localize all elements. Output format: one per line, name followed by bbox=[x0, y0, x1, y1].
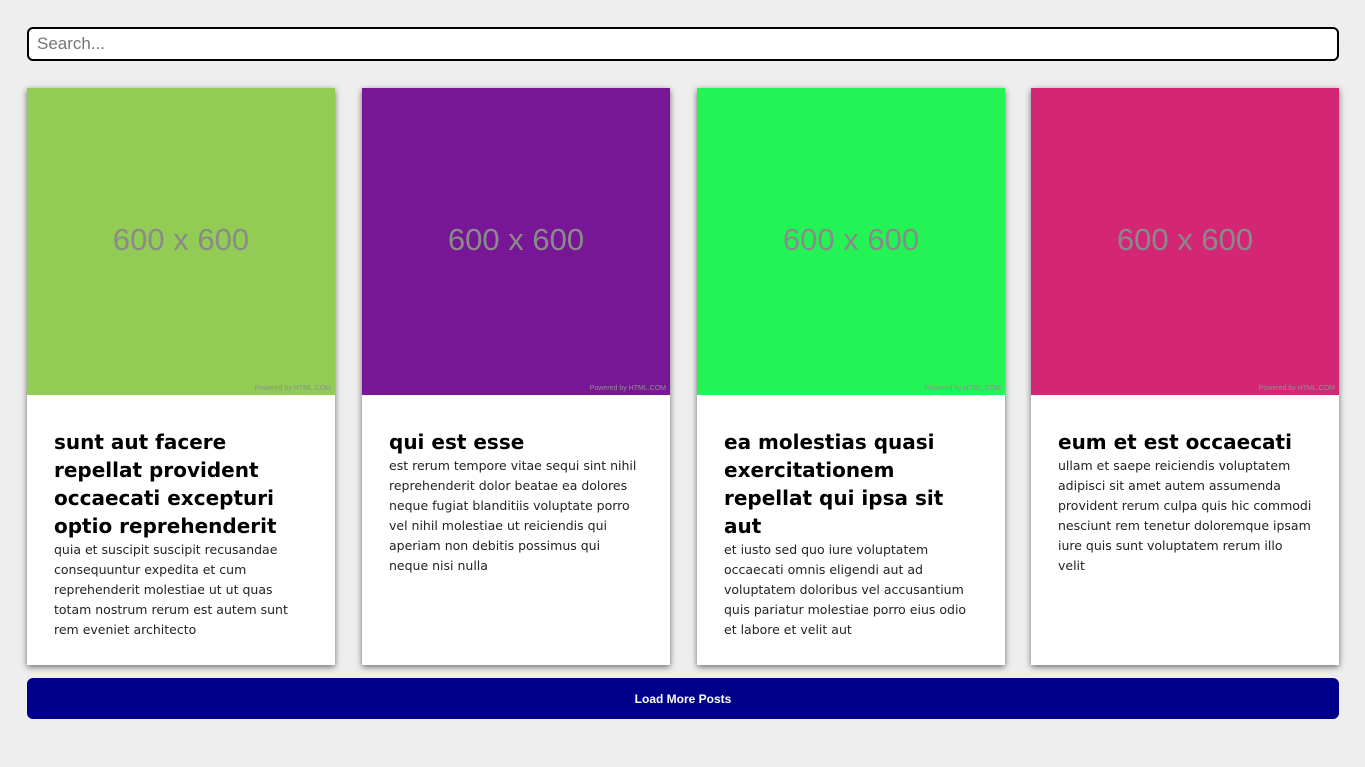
post-body: et iusto sed quo iure voluptatem occaeca… bbox=[724, 542, 967, 637]
post-card: 600 x 600 Powered by HTML.COM eum et est… bbox=[1031, 88, 1339, 665]
post-title: eum et est occaecati bbox=[1058, 430, 1292, 454]
post-image: 600 x 600 Powered by HTML.COM bbox=[362, 88, 670, 395]
post-image-label: 600 x 600 bbox=[447, 222, 585, 257]
post-image-credit: Powered by HTML.COM bbox=[589, 385, 666, 392]
search-bar bbox=[27, 27, 1339, 61]
post-card: 600 x 600 Powered by HTML.COM ea molesti… bbox=[697, 88, 1005, 665]
post-image-label: 600 x 600 bbox=[1116, 222, 1254, 257]
post-image-credit: Powered by HTML.COM bbox=[1258, 385, 1335, 392]
post-image: 600 x 600 Powered by HTML.COM bbox=[697, 88, 1005, 395]
post-image: 600 x 600 Powered by HTML.COM bbox=[1031, 88, 1339, 395]
post-grid: 600 x 600 Powered by HTML.COM sunt aut f… bbox=[27, 88, 1339, 665]
post-card-body: ea molestias quasi exercitationem repell… bbox=[697, 395, 1005, 640]
post-card-body: sunt aut facere repellat provident occae… bbox=[27, 395, 335, 640]
post-image-credit: Powered by HTML.COM bbox=[924, 385, 1001, 392]
post-body: ullam et saepe reiciendis voluptatem adi… bbox=[1058, 458, 1312, 573]
post-image-credit: Powered by HTML.COM bbox=[254, 385, 331, 392]
search-input[interactable] bbox=[27, 27, 1339, 61]
post-body: quia et suscipit suscipit recusandae con… bbox=[54, 542, 288, 637]
post-image: 600 x 600 Powered by HTML.COM bbox=[27, 88, 335, 395]
post-card-body: eum et est occaecati ullam et saepe reic… bbox=[1031, 395, 1339, 576]
post-title: sunt aut facere repellat provident occae… bbox=[54, 430, 277, 538]
post-body: est rerum tempore vitae sequi sint nihil… bbox=[389, 458, 637, 573]
post-card-body: qui est esse est rerum tempore vitae seq… bbox=[362, 395, 670, 576]
load-more-button[interactable]: Load More Posts bbox=[27, 678, 1339, 719]
post-card: 600 x 600 Powered by HTML.COM qui est es… bbox=[362, 88, 670, 665]
post-title: ea molestias quasi exercitationem repell… bbox=[724, 430, 944, 538]
post-image-label: 600 x 600 bbox=[782, 222, 920, 257]
post-image-label: 600 x 600 bbox=[112, 222, 250, 257]
post-card: 600 x 600 Powered by HTML.COM sunt aut f… bbox=[27, 88, 335, 665]
post-title: qui est esse bbox=[389, 430, 525, 454]
